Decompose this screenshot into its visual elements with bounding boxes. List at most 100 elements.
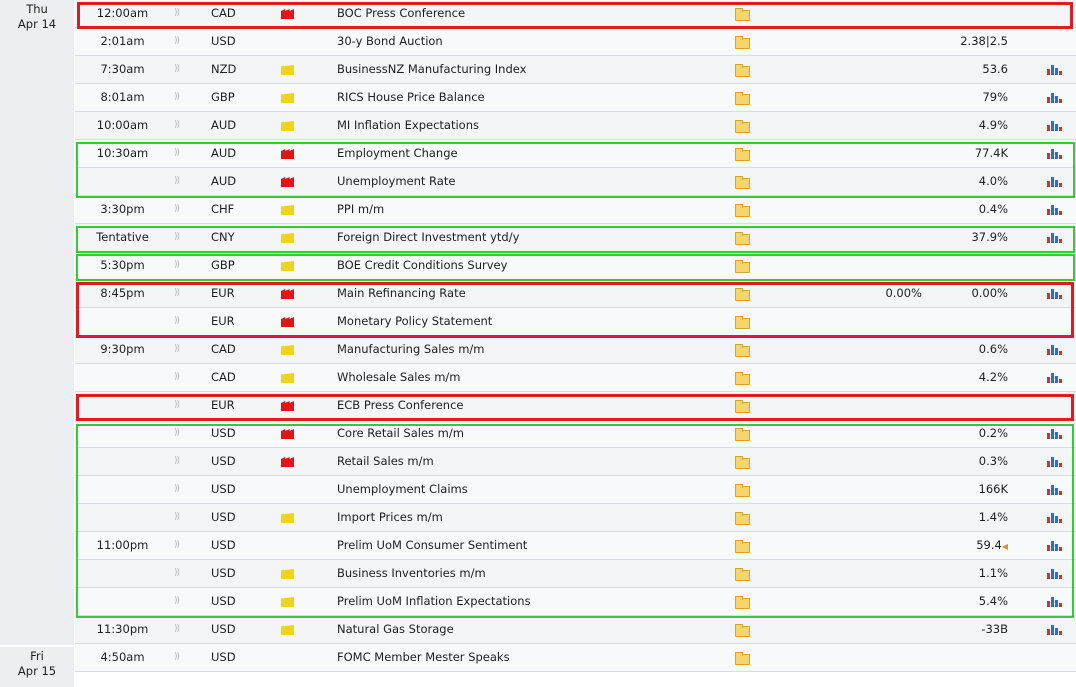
- event-title[interactable]: ECB Press Conference: [337, 392, 463, 419]
- bar-chart-icon[interactable]: [1047, 92, 1062, 103]
- event-row[interactable]: 12:00am)) CAD BOC Press Conference: [75, 0, 1076, 28]
- bar-chart-icon[interactable]: [1047, 288, 1062, 299]
- event-title[interactable]: Foreign Direct Investment ytd/y: [337, 224, 519, 251]
- event-title[interactable]: RICS House Price Balance: [337, 84, 485, 111]
- bar-chart-icon[interactable]: [1047, 624, 1062, 635]
- bar-chart-icon[interactable]: [1047, 372, 1062, 383]
- folder-icon[interactable]: [735, 624, 750, 637]
- folder-icon[interactable]: [735, 568, 750, 581]
- bar-chart-icon[interactable]: [1047, 484, 1062, 495]
- event-row[interactable]: )) CAD Wholesale Sales m/m 4.2%: [75, 364, 1076, 392]
- bar-chart-icon[interactable]: [1047, 344, 1062, 355]
- event-row[interactable]: )) EUR ECB Press Conference: [75, 392, 1076, 420]
- event-title[interactable]: Employment Change: [337, 140, 458, 167]
- bar-chart-icon[interactable]: [1047, 176, 1062, 187]
- event-title[interactable]: Import Prices m/m: [337, 504, 443, 531]
- folder-icon[interactable]: [735, 260, 750, 273]
- speaker-icon[interactable]: )): [174, 0, 184, 27]
- bar-chart-icon[interactable]: [1047, 456, 1062, 467]
- event-title[interactable]: Monetary Policy Statement: [337, 308, 492, 335]
- event-row[interactable]: )) USD Business Inventories m/m 1.1%: [75, 560, 1076, 588]
- event-title[interactable]: FOMC Member Mester Speaks: [337, 644, 510, 671]
- event-row[interactable]: 4:50am)) USD FOMC Member Mester Speaks: [75, 644, 1076, 672]
- bar-chart-icon[interactable]: [1047, 596, 1062, 607]
- speaker-icon[interactable]: )): [174, 112, 184, 139]
- speaker-icon[interactable]: )): [174, 168, 184, 195]
- folder-icon[interactable]: [735, 372, 750, 385]
- event-row[interactable]: Tentative)) CNY Foreign Direct Investment …: [75, 224, 1076, 252]
- event-title[interactable]: Prelim UoM Consumer Sentiment: [337, 532, 527, 559]
- speaker-icon[interactable]: )): [174, 336, 184, 363]
- speaker-icon[interactable]: )): [174, 588, 184, 615]
- event-row[interactable]: )) USD Import Prices m/m 1.4%: [75, 504, 1076, 532]
- speaker-icon[interactable]: )): [174, 224, 184, 251]
- speaker-icon[interactable]: )): [174, 504, 184, 531]
- event-title[interactable]: Retail Sales m/m: [337, 448, 434, 475]
- speaker-icon[interactable]: )): [174, 84, 184, 111]
- speaker-icon[interactable]: )): [174, 560, 184, 587]
- event-title[interactable]: Wholesale Sales m/m: [337, 364, 460, 391]
- event-row[interactable]: )) USD Unemployment Claims 166K: [75, 476, 1076, 504]
- event-title[interactable]: Main Refinancing Rate: [337, 280, 466, 307]
- speaker-icon[interactable]: )): [174, 56, 184, 83]
- bar-chart-icon[interactable]: [1047, 232, 1062, 243]
- speaker-icon[interactable]: )): [174, 196, 184, 223]
- event-title[interactable]: Natural Gas Storage: [337, 616, 454, 643]
- bar-chart-icon[interactable]: [1047, 512, 1062, 523]
- folder-icon[interactable]: [735, 596, 750, 609]
- event-title[interactable]: Manufacturing Sales m/m: [337, 336, 484, 363]
- bar-chart-icon[interactable]: [1047, 568, 1062, 579]
- speaker-icon[interactable]: )): [174, 616, 184, 643]
- folder-icon[interactable]: [735, 204, 750, 217]
- folder-icon[interactable]: [735, 36, 750, 49]
- speaker-icon[interactable]: )): [174, 140, 184, 167]
- event-row[interactable]: 3:30pm)) CHF PPI m/m 0.4%: [75, 196, 1076, 224]
- folder-icon[interactable]: [735, 344, 750, 357]
- folder-icon[interactable]: [735, 232, 750, 245]
- folder-icon[interactable]: [735, 428, 750, 441]
- speaker-icon[interactable]: )): [174, 364, 184, 391]
- bar-chart-icon[interactable]: [1047, 64, 1062, 75]
- event-title[interactable]: Unemployment Claims: [337, 476, 468, 503]
- event-title[interactable]: BOC Press Conference: [337, 0, 465, 27]
- event-row[interactable]: 8:01am)) GBP RICS House Price Balance 79%: [75, 84, 1076, 112]
- bar-chart-icon[interactable]: [1047, 204, 1062, 215]
- event-title[interactable]: Business Inventories m/m: [337, 560, 486, 587]
- folder-icon[interactable]: [735, 484, 750, 497]
- bar-chart-icon[interactable]: [1047, 120, 1062, 131]
- event-row[interactable]: 11:30pm)) USD Natural Gas Storage -33B: [75, 616, 1076, 644]
- folder-icon[interactable]: [735, 148, 750, 161]
- bar-chart-icon[interactable]: [1047, 540, 1062, 551]
- folder-icon[interactable]: [735, 64, 750, 77]
- event-title[interactable]: MI Inflation Expectations: [337, 112, 479, 139]
- event-title[interactable]: 30-y Bond Auction: [337, 28, 443, 55]
- event-row[interactable]: )) USD Core Retail Sales m/m 0.2%: [75, 420, 1076, 448]
- bar-chart-icon[interactable]: [1047, 428, 1062, 439]
- bar-chart-icon[interactable]: [1047, 148, 1062, 159]
- speaker-icon[interactable]: )): [174, 28, 184, 55]
- folder-icon[interactable]: [735, 92, 750, 105]
- speaker-icon[interactable]: )): [174, 476, 184, 503]
- event-row[interactable]: 2:01am)) USD 30-y Bond Auction 2.38|2.5: [75, 28, 1076, 56]
- speaker-icon[interactable]: )): [174, 252, 184, 279]
- speaker-icon[interactable]: )): [174, 532, 184, 559]
- speaker-icon[interactable]: )): [174, 420, 184, 447]
- event-title[interactable]: PPI m/m: [337, 196, 384, 223]
- event-title[interactable]: Unemployment Rate: [337, 168, 455, 195]
- event-row[interactable]: )) USD Prelim UoM Inflation Expectations 5.…: [75, 588, 1076, 616]
- event-row[interactable]: 8:45pm)) EUR Main Refinancing Rate 0.00% 0.0…: [75, 280, 1076, 308]
- event-title[interactable]: Core Retail Sales m/m: [337, 420, 464, 447]
- folder-icon[interactable]: [735, 288, 750, 301]
- folder-icon[interactable]: [735, 176, 750, 189]
- folder-icon[interactable]: [735, 652, 750, 665]
- event-row[interactable]: )) USD Retail Sales m/m 0.3%: [75, 448, 1076, 476]
- event-row[interactable]: 5:30pm)) GBP BOE Credit Conditions Survey: [75, 252, 1076, 280]
- speaker-icon[interactable]: )): [174, 392, 184, 419]
- speaker-icon[interactable]: )): [174, 644, 184, 671]
- folder-icon[interactable]: [735, 8, 750, 21]
- event-row[interactable]: 10:00am)) AUD MI Inflation Expectations 4.9…: [75, 112, 1076, 140]
- speaker-icon[interactable]: )): [174, 280, 184, 307]
- folder-icon[interactable]: [735, 456, 750, 469]
- folder-icon[interactable]: [735, 400, 750, 413]
- folder-icon[interactable]: [735, 120, 750, 133]
